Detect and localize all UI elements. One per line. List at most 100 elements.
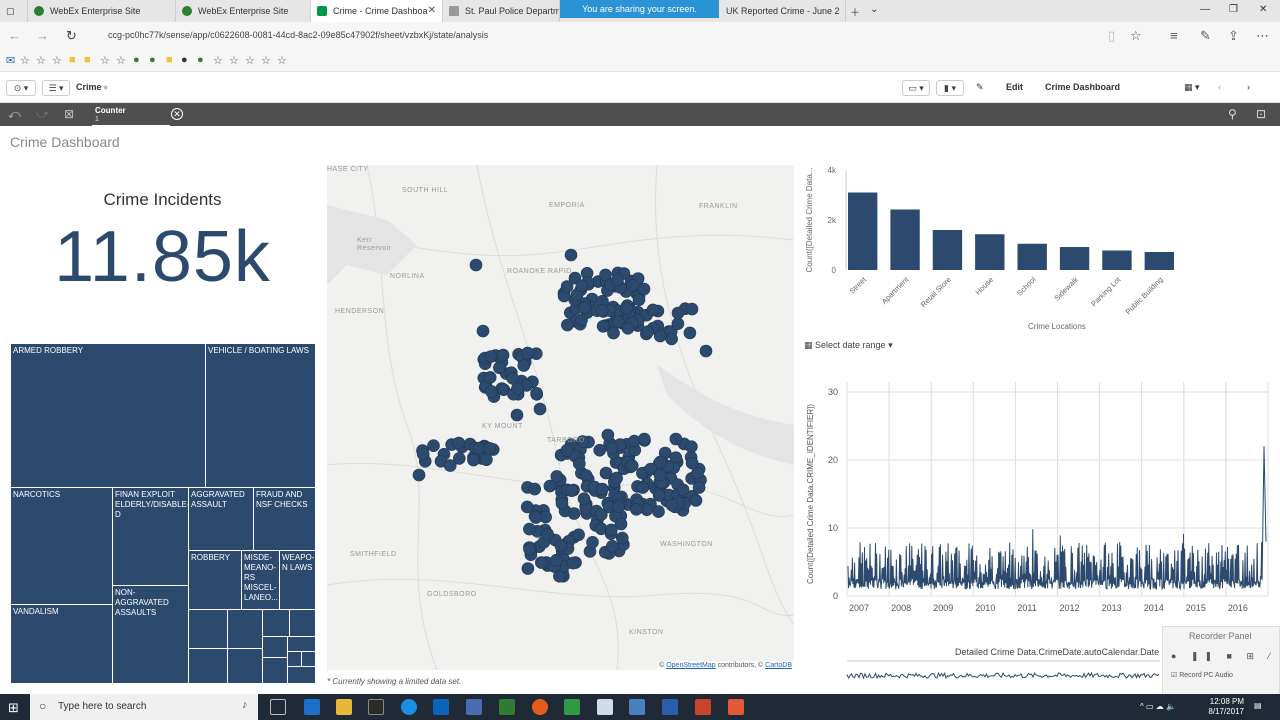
bar[interactable]: [890, 209, 920, 271]
taskbar-search-box[interactable]: ○ Type here to search ♪: [30, 694, 258, 720]
refresh-icon[interactable]: ↻: [66, 28, 77, 44]
map-point[interactable]: [685, 302, 699, 316]
site-favorite-icon[interactable]: ●: [181, 54, 188, 66]
map-point[interactable]: [594, 508, 608, 521]
app-icon[interactable]: [597, 699, 613, 715]
map-point[interactable]: [565, 484, 578, 498]
map-point[interactable]: [626, 279, 639, 292]
map-point[interactable]: [452, 436, 466, 450]
site-favorite-icon[interactable]: ●: [197, 54, 204, 66]
url-field[interactable]: ccg-pc0hc77k/sense/app/c0622608-0081-44c…: [108, 30, 488, 40]
treemap-cell[interactable]: [287, 666, 316, 684]
map-point[interactable]: [646, 303, 660, 317]
map-point[interactable]: [676, 483, 690, 497]
map-point[interactable]: [523, 542, 536, 556]
favorite-icon[interactable]: ☆: [116, 54, 126, 67]
hub-icon[interactable]: ≡: [1170, 28, 1178, 43]
map-point[interactable]: [575, 313, 588, 327]
clear-all-icon[interactable]: ⊠: [64, 107, 74, 121]
search-icon[interactable]: ⚲: [1228, 107, 1237, 121]
treemap-cell[interactable]: [227, 648, 263, 684]
map-point[interactable]: [685, 440, 698, 454]
forward-icon[interactable]: →: [36, 28, 49, 43]
map-point[interactable]: [641, 325, 655, 338]
favorite-star-icon[interactable]: ☆: [1130, 28, 1142, 44]
map-point[interactable]: [579, 469, 593, 482]
folder-favorite-icon[interactable]: ■: [84, 54, 91, 66]
microphone-icon[interactable]: ♪: [242, 699, 248, 711]
new-tab-icon[interactable]: ＋: [850, 4, 860, 19]
treemap-cell[interactable]: WEAPO-N LAWS: [279, 550, 316, 610]
clear-selection-icon[interactable]: ✕: [171, 108, 183, 120]
bookmark-button[interactable]: ▮ ▾: [936, 80, 964, 96]
treemap-cell[interactable]: [188, 648, 228, 684]
treemap-cell[interactable]: [289, 609, 316, 637]
map-point[interactable]: [493, 361, 506, 375]
map-point[interactable]: [611, 273, 624, 287]
map-point[interactable]: [577, 492, 591, 506]
qlik-app-icon[interactable]: [564, 699, 580, 715]
map-point[interactable]: [577, 301, 591, 314]
task-view-icon[interactable]: [270, 699, 286, 715]
bar[interactable]: [1102, 250, 1132, 271]
taskbar-clock[interactable]: 12:08 PM 8/17/2017: [1196, 697, 1244, 717]
map-point[interactable]: [521, 562, 535, 575]
favorite-icon[interactable]: ☆: [229, 54, 239, 67]
map-point[interactable]: [496, 348, 510, 362]
favorite-icon[interactable]: ☆: [100, 54, 110, 67]
bar[interactable]: [848, 192, 878, 271]
recorder-controls[interactable]: ● ❚❚ ■ ⊞ ⁄: [1171, 651, 1276, 662]
map-point[interactable]: [652, 489, 666, 502]
bar[interactable]: [932, 230, 963, 270]
map-point[interactable]: [607, 326, 620, 340]
map-point[interactable]: [669, 432, 683, 446]
map-point[interactable]: [685, 456, 699, 470]
map-point[interactable]: [523, 522, 536, 536]
map-point[interactable]: [541, 527, 554, 541]
map-point[interactable]: [566, 556, 580, 570]
map-point[interactable]: [520, 500, 534, 514]
map-point[interactable]: [604, 523, 618, 537]
treemap-cell[interactable]: ROBBERY: [188, 550, 242, 610]
map-point[interactable]: [535, 556, 548, 569]
map-point[interactable]: [453, 452, 466, 465]
mail-favorite-icon[interactable]: ✉: [6, 54, 15, 67]
map-point[interactable]: [632, 293, 646, 307]
back-icon[interactable]: ←: [8, 28, 21, 43]
global-menu-button[interactable]: ⊙ ▾: [6, 80, 36, 96]
favorite-icon[interactable]: ☆: [36, 54, 46, 67]
record-audio-checkbox[interactable]: ☑ Record PC Audio: [1171, 671, 1233, 679]
map-point[interactable]: [610, 471, 623, 485]
map-point[interactable]: [683, 326, 697, 340]
map-point[interactable]: [560, 443, 574, 457]
map-point[interactable]: [567, 507, 581, 520]
map-point[interactable]: [517, 359, 531, 372]
treemap-cell[interactable]: ARMED ROBBERY: [10, 343, 206, 488]
file-explorer-icon[interactable]: [336, 699, 352, 715]
map-point[interactable]: [595, 482, 609, 496]
crime-type-treemap[interactable]: ARMED ROBBERY VEHICLE / BOATING LAWS NAR…: [10, 343, 316, 684]
edge-app-icon[interactable]: [304, 699, 320, 715]
map-point[interactable]: [605, 539, 619, 553]
map-point[interactable]: [629, 502, 643, 516]
map-point[interactable]: [529, 511, 543, 524]
app-info-icon[interactable]: ●: [103, 82, 108, 92]
windows-start-icon[interactable]: ⊞: [8, 700, 19, 716]
camtasia-app-icon[interactable]: [728, 699, 744, 715]
treemap-cell[interactable]: VEHICLE / BOATING LAWS: [205, 343, 316, 488]
map-point[interactable]: [636, 481, 650, 494]
map-point[interactable]: [621, 322, 635, 335]
map-point[interactable]: [671, 306, 685, 320]
bar[interactable]: [975, 234, 1005, 270]
date-range-selector[interactable]: ▦ Select date range ▾: [804, 340, 893, 351]
minimize-icon[interactable]: —: [1200, 4, 1210, 15]
map-point[interactable]: [595, 304, 609, 317]
date-slider-series[interactable]: [846, 671, 1160, 680]
map-point[interactable]: [412, 468, 426, 482]
treemap-cell[interactable]: [262, 636, 288, 658]
app-icon[interactable]: [466, 699, 482, 715]
step-back-icon[interactable]: ⤺: [8, 107, 21, 122]
treemap-cell[interactable]: MISDE-MEANO-RS MISCEL-LANEO...: [241, 550, 280, 610]
treemap-cell[interactable]: [262, 657, 288, 684]
qlik-favorite-icon[interactable]: ●: [149, 54, 156, 66]
